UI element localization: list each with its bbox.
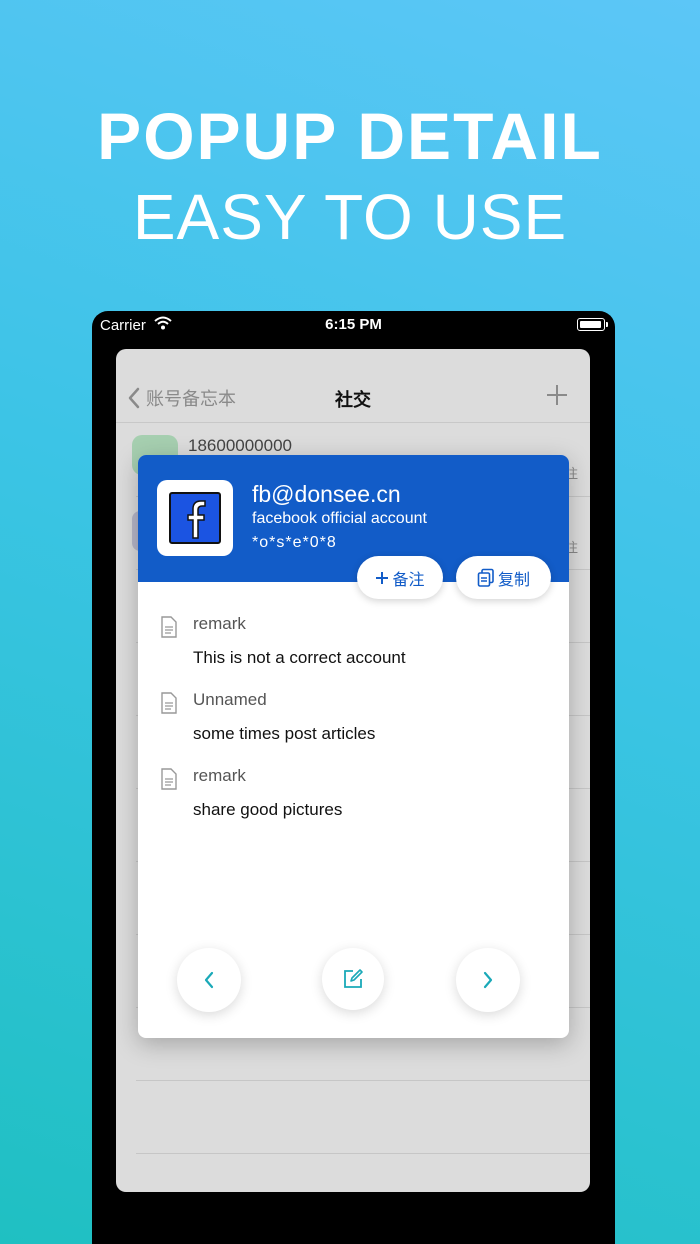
add-remark-label: 备注 — [392, 571, 425, 589]
status-time: 6:15 PM — [325, 316, 382, 333]
next-button[interactable] — [456, 948, 520, 1012]
document-icon — [160, 692, 178, 719]
status-bar: Carrier 6:15 PM — [92, 311, 615, 341]
copy-button[interactable]: 复制 — [456, 556, 551, 599]
copy-label: 复制 — [497, 571, 530, 589]
page-title: 社交 — [335, 390, 371, 410]
note-text: share good pictures — [193, 800, 343, 819]
add-remark-button[interactable]: 备注 — [357, 556, 443, 599]
plus-icon — [547, 385, 567, 405]
add-button[interactable] — [546, 384, 568, 411]
account-description: facebook official account — [252, 510, 427, 527]
facebook-icon — [169, 492, 221, 544]
edit-button[interactable] — [322, 948, 384, 1010]
note-text: This is not a correct account — [193, 648, 406, 667]
note-text: some times post articles — [193, 724, 376, 743]
chevron-right-icon — [483, 971, 493, 989]
copy-icon — [477, 568, 494, 587]
previous-button[interactable] — [177, 948, 241, 1012]
document-icon — [160, 768, 178, 795]
list-divider — [136, 1080, 590, 1081]
note-label: remark — [193, 766, 246, 785]
plus-icon — [376, 571, 389, 584]
document-icon — [160, 616, 178, 643]
list-item-account: 18600000000 — [188, 436, 293, 455]
account-detail-popup: fb@donsee.cn facebook official account *… — [138, 455, 569, 1038]
note-label: remark — [193, 614, 246, 633]
edit-icon — [344, 969, 363, 988]
list-divider — [136, 1153, 590, 1154]
chevron-left-icon — [204, 971, 214, 989]
promo-title: POPUP DETAIL — [97, 99, 603, 173]
promo-subtitle: EASY TO USE — [132, 181, 568, 253]
account-avatar — [157, 480, 233, 556]
masked-password: *o*s*e*0*8 — [252, 534, 337, 551]
account-name: fb@donsee.cn — [252, 481, 401, 507]
navigation-bar: 账号备忘本 社交 — [116, 349, 590, 423]
note-label: Unnamed — [193, 690, 267, 709]
battery-icon — [577, 318, 608, 331]
